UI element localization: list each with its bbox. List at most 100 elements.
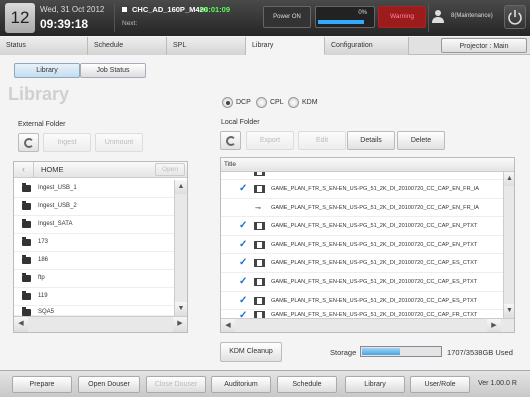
key-icon: ⊸: [255, 204, 261, 212]
user-role-button[interactable]: User/Role: [410, 376, 470, 393]
tab-status[interactable]: Status: [0, 37, 88, 55]
table-row[interactable]: ✓ GAME_PLAN_FTR_S_EN-EN_US-PG_51_2K_DI_20…: [221, 273, 503, 292]
date-text: Wed, 31 Oct 2012: [40, 5, 105, 14]
scroll-left-arrow[interactable]: ◀: [14, 317, 28, 332]
current-folder: HOME: [41, 165, 64, 174]
progress-indicator: 0%: [315, 6, 375, 28]
table-row[interactable]: ✓ GAME_PLAN_FTR_S_EN-EN_US-PG_51_2K_DI_20…: [221, 254, 503, 273]
checkmark-icon[interactable]: ✓: [239, 295, 249, 306]
table-row-partial[interactable]: [221, 172, 503, 180]
page-title: Library: [8, 84, 70, 104]
checkmark-icon[interactable]: ✓: [239, 277, 249, 287]
folder-row[interactable]: Ingest_SATA: [14, 216, 174, 234]
scroll-up-arrow[interactable]: ▲: [504, 172, 514, 186]
subtab-library[interactable]: Library: [14, 63, 80, 78]
local-folder-label: Local Folder: [221, 119, 260, 126]
content-title: GAME_PLAN_FTR_S_EN-EN_US-PG_51_2K_DI_201…: [271, 297, 478, 304]
library-button[interactable]: Library: [345, 376, 405, 393]
checkmark-icon[interactable]: ✓: [239, 184, 249, 194]
folder-vertical-scrollbar[interactable]: ▲ ▼: [174, 180, 187, 316]
scroll-down-arrow[interactable]: ▼: [504, 304, 514, 318]
film-icon: [254, 172, 265, 176]
now-playing: CHC_AD_160P_M420 03:01:09 Next:: [120, 3, 270, 31]
table-row[interactable]: ✓ GAME_PLAN_FTR_S_EN-EN_US-PG_51_2K_DI_20…: [221, 180, 503, 199]
checkmark-icon[interactable]: ✓: [239, 239, 249, 250]
warning-button[interactable]: Warning: [378, 6, 426, 28]
scroll-down-arrow[interactable]: ▼: [175, 302, 187, 316]
checkmark-icon[interactable]: ✓: [239, 258, 249, 268]
refresh-external-button[interactable]: [18, 133, 39, 152]
scroll-right-arrow[interactable]: ▶: [173, 317, 187, 332]
back-button[interactable]: ‹: [14, 162, 34, 177]
scroll-right-arrow[interactable]: ▶: [487, 319, 501, 332]
film-icon: [254, 278, 265, 286]
export-button[interactable]: Export: [246, 131, 294, 150]
kdm-cleanup-button[interactable]: KDM Cleanup: [220, 342, 282, 362]
folder-row[interactable]: ftp: [14, 270, 174, 288]
folder-row[interactable]: Ingest_USB_1: [14, 180, 174, 198]
folder-name: 173: [38, 239, 49, 245]
storage-bar-fill: [362, 348, 400, 355]
folder-name: 119: [38, 293, 48, 299]
table-row[interactable]: ✓ GAME_PLAN_FTR_S_EN-EN_US-PG_51_2K_DI_20…: [221, 292, 503, 311]
table-row[interactable]: ✓ GAME_PLAN_FTR_S_EN-EN_US-PG_51_2K_DI_20…: [221, 217, 503, 236]
auditorium-button[interactable]: Auditorium: [211, 376, 271, 393]
folder-horizontal-scrollbar[interactable]: ◀ ▶: [14, 316, 187, 332]
details-button[interactable]: Details: [347, 131, 395, 150]
folder-icon: [22, 201, 31, 210]
delete-button[interactable]: Delete: [397, 131, 445, 150]
folder-name: SQA5: [38, 309, 55, 315]
folder-name: 186: [38, 257, 49, 263]
table-vertical-scrollbar[interactable]: ▲ ▼: [503, 172, 514, 318]
radio-cpl[interactable]: [256, 97, 267, 108]
power-button[interactable]: [504, 5, 526, 29]
external-folder-panel: ‹ HOME Open Ingest_USB_1 Ingest_USB_2 In…: [13, 161, 188, 333]
folder-icon: [22, 307, 31, 316]
unmount-button[interactable]: Unmount: [95, 133, 143, 152]
folder-name: Ingest_USB_2: [38, 203, 77, 209]
radio-kdm[interactable]: [288, 97, 299, 108]
refresh-local-button[interactable]: [220, 131, 241, 150]
next-label: Next:: [122, 20, 138, 27]
table-row[interactable]: ⊸ GAME_PLAN_FTR_S_EN-EN_US-PG_51_2K_DI_20…: [221, 199, 503, 218]
tab-spl[interactable]: SPL: [167, 37, 246, 55]
film-icon: [254, 259, 265, 268]
content-title: GAME_PLAN_FTR_S_EN-EN_US-PG_51_2K_DI_201…: [271, 279, 478, 285]
title-column-header[interactable]: Title: [221, 158, 514, 172]
projector-selector[interactable]: Projector : Main: [441, 38, 527, 53]
tab-library[interactable]: Library: [246, 37, 325, 55]
table-row[interactable]: ✓ GAME_PLAN_FTR_S_EN-EN_US-PG_51_2K_DI_20…: [221, 236, 503, 255]
ingest-button[interactable]: Ingest: [43, 133, 91, 152]
folder-row[interactable]: 173: [14, 234, 174, 252]
prepare-button[interactable]: Prepare: [12, 376, 72, 393]
folder-name: Ingest_SATA: [38, 221, 73, 227]
edit-button[interactable]: Edit: [298, 131, 346, 150]
progress-text: 0%: [358, 10, 367, 16]
folder-row[interactable]: 186: [14, 252, 174, 270]
power-icon: [508, 10, 522, 25]
radio-dcp-label: DCP: [236, 99, 251, 106]
subtab-job-status[interactable]: Job Status: [80, 63, 146, 78]
radio-dcp[interactable]: [222, 97, 233, 108]
radio-kdm-label: KDM: [302, 99, 318, 106]
folder-icon: [22, 273, 31, 282]
tab-schedule[interactable]: Schedule: [88, 37, 167, 55]
film-icon: [254, 296, 265, 305]
content-title: GAME_PLAN_FTR_S_EN-EN_US-PG_51_2K_DI_201…: [271, 186, 480, 192]
scroll-up-arrow[interactable]: ▲: [175, 180, 187, 194]
bottom-toolbar: Prepare Open Douser Close Douser Auditor…: [0, 370, 530, 397]
content-title: GAME_PLAN_FTR_S_EN-EN_US-PG_51_2K_DI_201…: [271, 204, 480, 211]
folder-icon: [22, 183, 31, 192]
open-button[interactable]: Open: [155, 163, 185, 176]
schedule-button[interactable]: Schedule: [277, 376, 337, 393]
folder-row[interactable]: Ingest_USB_2: [14, 198, 174, 216]
open-douser-button[interactable]: Open Douser: [78, 376, 140, 393]
close-douser-button[interactable]: Close Douser: [146, 376, 206, 393]
scroll-left-arrow[interactable]: ◀: [221, 319, 235, 332]
checkmark-icon[interactable]: ✓: [239, 221, 249, 231]
folder-row[interactable]: SQA5: [14, 304, 174, 316]
folder-icon: [22, 219, 31, 228]
table-horizontal-scrollbar[interactable]: ◀ ▶: [221, 318, 514, 332]
tab-configuration[interactable]: Configuration: [325, 37, 409, 55]
power-status-button[interactable]: Power ON: [263, 6, 311, 28]
